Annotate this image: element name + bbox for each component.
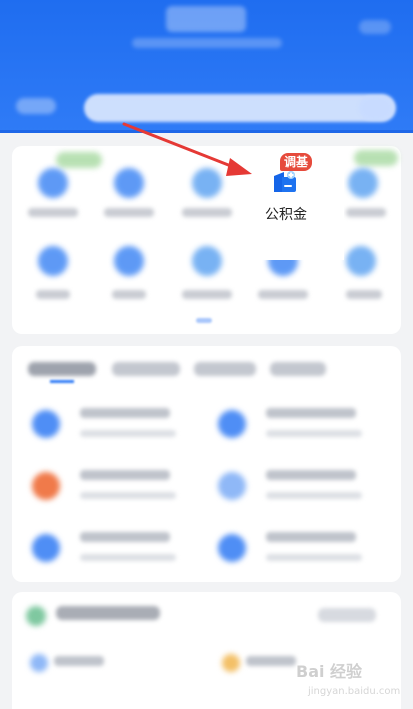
housing-fund-label: 公积金 (265, 207, 307, 223)
service-item-desc (266, 430, 362, 437)
header-subtitle (132, 38, 282, 48)
service-icon[interactable] (114, 246, 144, 276)
search-button[interactable] (359, 96, 393, 120)
service-item-title[interactable] (80, 408, 170, 418)
service-label (182, 290, 232, 299)
service-label (182, 208, 232, 217)
service-item-title[interactable] (80, 470, 170, 480)
service-item-desc (80, 430, 176, 437)
topic-icon[interactable] (222, 654, 240, 672)
service-icon[interactable] (38, 168, 68, 198)
service-icon[interactable] (346, 246, 376, 276)
promo-tag (354, 150, 398, 166)
service-label (104, 208, 154, 217)
service-item-icon[interactable] (32, 534, 60, 562)
search-input[interactable] (84, 94, 396, 122)
city-selector[interactable] (16, 98, 56, 114)
service-label (112, 290, 146, 299)
service-item-title[interactable] (266, 408, 356, 418)
section-tab[interactable] (194, 362, 256, 376)
app-logo (166, 6, 246, 32)
service-item-title[interactable] (266, 470, 356, 480)
service-item-icon[interactable] (218, 410, 246, 438)
service-item-desc (266, 554, 362, 561)
active-tab-indicator (50, 380, 74, 383)
section-tab[interactable] (270, 362, 326, 376)
housing-fund-icon[interactable] (272, 170, 298, 194)
more-link[interactable] (318, 608, 376, 622)
service-item-icon[interactable] (32, 472, 60, 500)
service-item-desc (266, 492, 362, 499)
service-icon[interactable] (38, 246, 68, 276)
promo-tag (56, 152, 102, 168)
app-header (0, 0, 413, 132)
section-heading (56, 606, 160, 620)
watermark-brand: Bai 经验 (296, 662, 363, 681)
service-item-icon[interactable] (32, 410, 60, 438)
topic-icon[interactable] (30, 654, 48, 672)
header-divider (0, 130, 413, 133)
service-item-title[interactable] (80, 532, 170, 542)
adjustment-badge: 调基 (280, 153, 313, 171)
service-item-icon[interactable] (218, 472, 246, 500)
topic-title[interactable] (246, 656, 296, 666)
service-item-desc (80, 492, 176, 499)
service-icon[interactable] (348, 168, 378, 198)
section-tab[interactable] (112, 362, 180, 376)
service-icon[interactable] (192, 246, 222, 276)
topic-title[interactable] (54, 656, 104, 666)
service-item-desc (80, 554, 176, 561)
service-label (258, 290, 308, 299)
service-icon[interactable] (114, 168, 144, 198)
section-icon (26, 606, 46, 626)
service-item-icon[interactable] (218, 534, 246, 562)
service-label (346, 208, 386, 217)
service-label (28, 208, 78, 217)
section-tab[interactable] (28, 362, 96, 376)
header-menu-button[interactable] (359, 20, 391, 34)
service-label (346, 290, 382, 299)
service-icon[interactable] (192, 168, 222, 198)
page-indicator (196, 318, 212, 323)
service-label (36, 290, 70, 299)
service-item-title[interactable] (266, 532, 356, 542)
watermark-domain: jingyan.baidu.com (308, 686, 401, 697)
